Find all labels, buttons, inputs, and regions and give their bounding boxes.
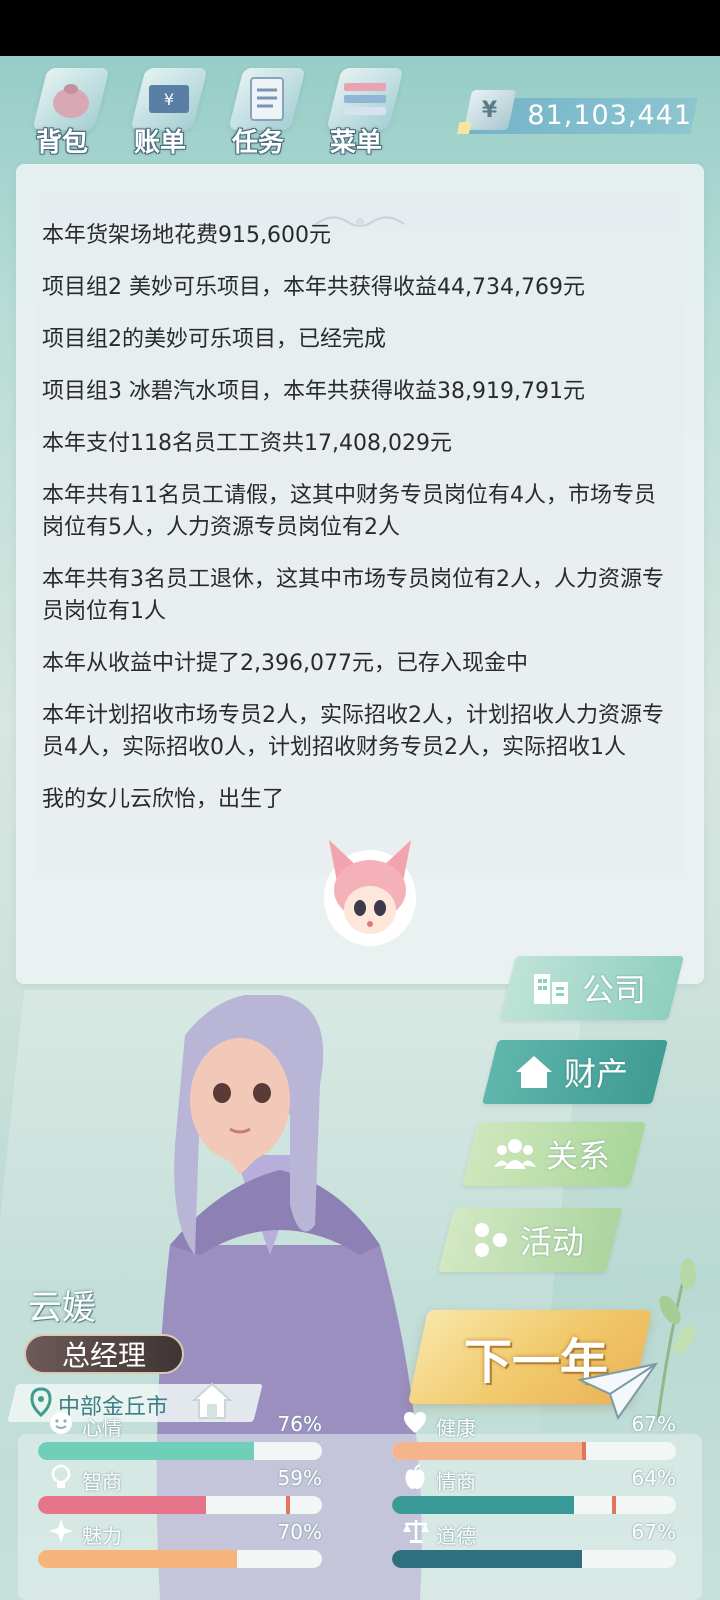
property-label: 财产 [564,1055,629,1093]
people-icon [494,1139,536,1169]
stat-eq-label: 情商 [436,1470,476,1494]
activity-icon [475,1223,507,1257]
activities-button[interactable]: 活动 [438,1208,622,1272]
stat-mood-track [38,1442,322,1460]
stat-morality-fill [392,1550,583,1568]
bill-button[interactable]: ¥ 账单 [120,62,212,158]
yen-icon: ¥ [463,90,517,130]
task-icon [228,68,306,130]
stat-eq-value: 64% [631,1466,676,1490]
bag-icon [32,68,110,130]
log-line: 本年共有3名员工退休，这其中市场专员岗位有2人，人力资源专员岗位有1人 [42,567,664,624]
stat-mood: 心情 76% [38,1410,322,1464]
task-button[interactable]: 任务 [218,62,310,158]
log-line: 我的女儿云欣怡，出生了 [42,787,285,812]
company-button[interactable]: 公司 [500,956,684,1020]
stat-health-value: 67% [631,1412,676,1436]
money-amount: 81,103,441 [527,100,692,131]
status-bar [0,0,720,56]
company-label: 公司 [582,971,647,1009]
stat-iq-track [38,1496,322,1514]
stat-iq: 智商 59% [38,1464,322,1518]
house-icon [516,1056,552,1088]
stat-health-label: 健康 [436,1416,476,1440]
log-line: 本年货架场地花费915,600元 [42,223,331,248]
task-label: 任务 [231,128,284,158]
activities-label: 活动 [520,1223,585,1261]
stat-eq: 情商 64% [392,1464,676,1518]
stat-morality-track [392,1550,676,1568]
log-line: 项目组2的美妙可乐项目，已经完成 [42,327,386,352]
stat-iq-marker [286,1496,290,1514]
stat-health: 健康 67% [392,1410,676,1464]
smile-icon [50,1412,72,1434]
log-line: 本年共有11名员工请假，这其中财务专员岗位有4人，市场专员岗位有5人，人力资源专… [42,483,656,540]
bag-label: 背包 [35,128,88,158]
property-button[interactable]: 财产 [482,1040,668,1104]
stat-health-track [392,1442,676,1460]
job-title-badge: 总经理 [24,1334,184,1374]
job-title: 总经理 [61,1339,146,1372]
bulb-icon [51,1464,71,1488]
stat-morality-label: 道德 [436,1524,476,1548]
log-list: 本年货架场地花费915,600元项目组2 美妙可乐项目，本年共获得收益44,73… [42,220,674,836]
stat-charm-track [38,1550,322,1568]
stat-eq-fill [392,1496,574,1514]
stat-charm-fill [38,1550,237,1568]
log-line: 本年计划招收市场专员2人，实际招收2人，计划招收人力资源专员4人，实际招收0人，… [42,703,664,760]
heart-icon [404,1412,426,1433]
stat-eq-marker [612,1496,616,1514]
stat-health-marker [582,1442,586,1460]
stat-charm-label: 魅力 [82,1524,122,1548]
bill-icon: ¥ [130,68,208,130]
yen-symbol: ¥ [482,97,498,123]
character-name: 云媛 [28,1288,96,1328]
bag-button[interactable]: 背包 [22,62,114,158]
svg-text:¥: ¥ [164,90,174,109]
log-line: 项目组2 美妙可乐项目，本年共获得收益44,734,769元 [42,275,585,300]
bill-label: 账单 [133,128,186,158]
stat-iq-label: 智商 [82,1470,122,1494]
stat-eq-track [392,1496,676,1514]
relations-button[interactable]: 关系 [462,1122,646,1186]
building-icon [534,974,568,1004]
stat-charm-value: 70% [277,1520,322,1544]
sparkle-icon [49,1519,73,1543]
stat-iq-fill [38,1496,206,1514]
relations-label: 关系 [546,1137,611,1175]
log-line: 本年从收益中计提了2,396,077元，已存入现金中 [42,651,528,676]
stat-mood-fill [38,1442,254,1460]
log-line: 本年支付118名员工工资共17,408,029元 [42,431,452,456]
stat-morality-value: 67% [631,1520,676,1544]
scales-icon [403,1520,429,1543]
stat-mood-value: 76% [277,1412,322,1436]
stat-mood-label: 心情 [82,1416,122,1440]
menu-label: 菜单 [329,128,382,158]
stat-morality: 道德 67% [392,1518,676,1572]
apple-icon [405,1464,425,1489]
stat-charm: 魅力 70% [38,1518,322,1572]
menu-button[interactable]: 菜单 [316,62,408,158]
stat-health-fill [392,1442,583,1460]
mascot-icon [324,840,416,946]
log-line: 项目组3 冰碧汽水项目，本年共获得收益38,919,791元 [42,379,585,404]
menu-icon [326,68,404,130]
stat-iq-value: 59% [277,1466,322,1490]
